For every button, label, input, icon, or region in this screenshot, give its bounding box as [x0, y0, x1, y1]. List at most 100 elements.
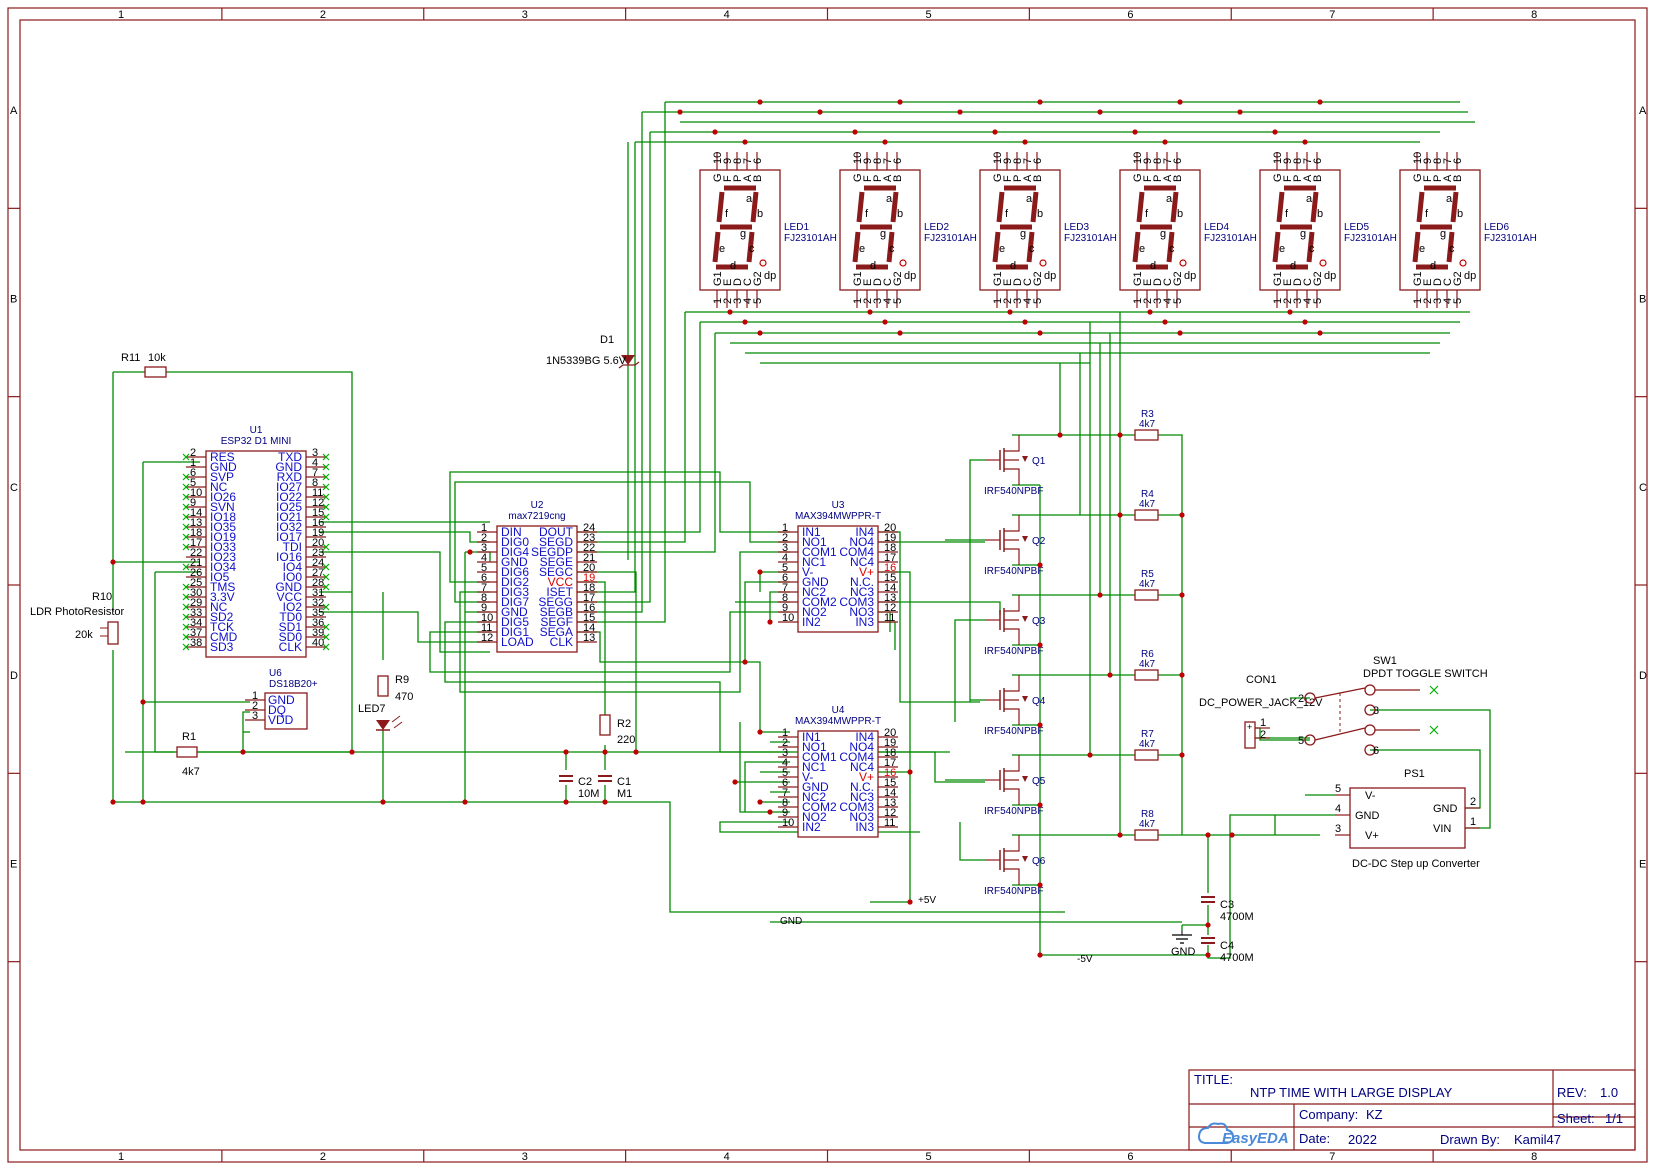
display-led4[interactable]: abfge cddp10G1G19F2E8P3D7A4C6B5G2LED4FJ23… — [1119, 152, 1257, 308]
segment-label-g: g — [740, 228, 746, 240]
drawing-title: NTP TIME WITH LARGE DISPLAY — [1250, 1085, 1453, 1100]
display-led1[interactable]: abfge cddp10G1G19F2E8P3D7A4C6B5G2LED1FJ23… — [699, 152, 837, 308]
segment — [716, 191, 725, 223]
ldr-r10[interactable]: R10 LDR PhotoResistor 20k — [30, 591, 124, 645]
display-pin-num: 6 — [1172, 158, 1184, 164]
resistor-r11[interactable]: R11 10k — [121, 352, 167, 378]
segment-label-b: b — [1457, 208, 1463, 220]
sheet-label: Sheet: — [1557, 1111, 1595, 1126]
segment — [996, 191, 1005, 223]
toggle-switch-sw1[interactable]: 2 3 5 6 SW1 DPDT TOGGLE SWITCH — [1298, 655, 1488, 757]
rev-label: REV: — [1557, 1085, 1587, 1100]
display-pin-name: B — [1452, 175, 1464, 182]
gate-resistor-value: 4k7 — [1139, 579, 1156, 590]
display-pin-num: 5 — [1452, 298, 1464, 304]
date-label: Date: — [1299, 1131, 1330, 1146]
capacitor-c3[interactable]: C3 4700M — [1201, 896, 1254, 923]
r11-value: 10k — [148, 352, 166, 364]
mosfet-q3[interactable]: Q3IRF540NPBFR54k7 — [984, 569, 1159, 657]
gate-resistor-r6[interactable] — [1134, 669, 1159, 681]
junction-dot — [602, 749, 608, 755]
ic-u2[interactable]: 1 24DIN DOUT2 23DIG0 SEGD3 22DIG4 SEGDP4 21GND S… — [477, 500, 597, 653]
resistor-r1[interactable]: R1 4k7 — [176, 731, 200, 778]
gate-resistor-r4[interactable] — [1134, 509, 1159, 521]
segment-label-dp: dp — [1184, 270, 1196, 282]
segment — [1132, 231, 1141, 263]
segment-label-c: c — [1449, 243, 1455, 255]
display-led6[interactable]: abfge cddp10G1G19F2E8P3D7A4C6B5G2LED6FJ23… — [1399, 152, 1537, 308]
col-label-bottom: 8 — [1531, 1151, 1537, 1163]
col-label-bottom: 5 — [925, 1151, 931, 1163]
mosfet-leads — [1004, 835, 1020, 885]
gate-resistor-r8[interactable] — [1134, 829, 1159, 841]
integrated-circuits: 2 3RES TXD1 4GND GND6 7SVP RXD5 8NC IO2710 11IO26… — [182, 425, 898, 838]
mosfet-ref: Q1 — [1032, 456, 1046, 467]
mosfet-ref: Q2 — [1032, 536, 1046, 547]
display-led3[interactable]: abfge cddp10G1G19F2E8P3D7A4C6B5G2LED3FJ23… — [979, 152, 1117, 308]
sw1-pin2: 2 — [1298, 693, 1304, 705]
junction-dot — [1179, 752, 1185, 758]
junction-dot — [1179, 672, 1185, 678]
zener-d1[interactable]: D1 1N5339BG 5.6V — [546, 334, 640, 369]
junction-dot — [1132, 129, 1138, 135]
display-pin-num: 5 — [1032, 298, 1044, 304]
gate-resistor-r3[interactable] — [1134, 429, 1159, 441]
col-label-top: 7 — [1329, 9, 1335, 21]
power-jack-con1[interactable]: + 1 2 CON1 DC_POWER_JACK_12V — [1199, 674, 1323, 749]
gate-resistor-value: 4k7 — [1139, 499, 1156, 510]
junction-dot — [110, 799, 116, 805]
mosfet-q4[interactable]: Q4IRF540NPBFR64k7 — [984, 649, 1159, 737]
segment-label-dp: dp — [1044, 270, 1056, 282]
led-led7[interactable]: LED7 — [358, 703, 403, 731]
display-pin-name: B — [892, 175, 904, 182]
converter-ps1[interactable]: 5 4 3 V- GND V+ GND VIN 2 1 PS1 DC-DC St… — [1335, 768, 1480, 870]
mosfet-q1[interactable]: Q1IRF540NPBFR34k7 — [984, 409, 1159, 497]
junction-dot — [1097, 109, 1103, 115]
segment — [1310, 191, 1319, 223]
mosfet-q2[interactable]: Q2IRF540NPBFR44k7 — [984, 489, 1159, 577]
capacitor-c2[interactable]: C2 10M — [559, 775, 599, 800]
ic-u6[interactable]: 1 GND2 DQ3 VDDU6DS18B20+ — [245, 668, 318, 730]
display-part: FJ23101AH — [1064, 233, 1117, 244]
ps1-pin2: 2 — [1470, 796, 1476, 808]
sw1-ref: SW1 — [1373, 655, 1397, 667]
segment-label-d: d — [1010, 260, 1016, 272]
gate-resistor-r7[interactable] — [1134, 749, 1159, 761]
segment-label-e: e — [999, 243, 1005, 255]
ic-u4[interactable]: 1 20IN1 IN42 19NO1 NO43 18COM1 COM44 17NC1 NC45 1… — [778, 705, 898, 838]
c2-ref: C2 — [578, 776, 592, 788]
junction-dot — [1237, 109, 1243, 115]
ic-u1-pin-name: SD3 — [210, 640, 234, 654]
mosfet-q6[interactable]: Q6IRF540NPBFR84k7 — [984, 809, 1159, 897]
segment-label-e: e — [1419, 243, 1425, 255]
mosfet-diode — [1022, 456, 1028, 462]
ic-u1-pin-num: 40 — [312, 637, 324, 649]
c3-value: 4700M — [1220, 911, 1254, 923]
junction-dot — [742, 319, 748, 325]
gate-resistor-value: 4k7 — [1139, 419, 1156, 430]
col-label-bottom: 2 — [320, 1151, 326, 1163]
net-label-minus5v: -5V — [1077, 954, 1093, 965]
junction-dot — [110, 559, 116, 565]
capacitor-c4[interactable]: C4 4700M — [1201, 937, 1254, 964]
resistor-r9[interactable]: R9 470 — [377, 674, 413, 703]
resistor-r2[interactable]: R2 220 — [599, 714, 635, 746]
drawn-value: Kamil47 — [1514, 1132, 1561, 1147]
display-pin-name: G2 — [1312, 271, 1324, 286]
junction-dot — [1205, 952, 1211, 958]
segment-label-e: e — [1279, 243, 1285, 255]
capacitor-c1[interactable]: C1 M1 — [598, 775, 632, 800]
segment-label-a: a — [886, 193, 893, 205]
gate-resistor-r5[interactable] — [1134, 589, 1159, 601]
display-led2[interactable]: abfge cddp10G1G19F2E8P3D7A4C6B5G2LED2FJ23… — [839, 152, 977, 308]
ic-u3[interactable]: 1 20IN1 IN42 19NO1 NO43 18COM1 COM44 17NC1 NC45 1… — [778, 500, 898, 633]
junction-dot — [757, 729, 763, 735]
segment — [1412, 231, 1421, 263]
col-label-top: 3 — [522, 9, 528, 21]
r9-ref: R9 — [395, 674, 409, 686]
display-led5[interactable]: abfge cddp10G1G19F2E8P3D7A4C6B5G2LED5FJ23… — [1259, 152, 1397, 308]
mosfet-q5[interactable]: Q5IRF540NPBFR74k7 — [984, 729, 1159, 817]
ic-u1[interactable]: 2 3RES TXD1 4GND GND6 7SVP RXD5 8NC IO2710 11IO26… — [186, 425, 326, 658]
junction-dot — [1177, 330, 1183, 336]
segment — [1450, 191, 1459, 223]
